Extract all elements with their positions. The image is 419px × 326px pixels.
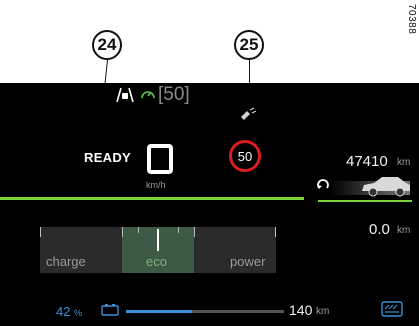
gauge-tick [122,227,123,237]
satellite-sign-icon [238,107,258,126]
battery-percent: 42 % [56,304,82,319]
car-silhouette-icon [360,175,412,202]
gauge-tick [40,227,41,237]
odometer-unit: km [397,157,411,168]
gauge-label-charge: charge [46,254,86,269]
callout-25: 25 [234,30,264,60]
gauge-tick [178,227,179,233]
trip-underline [318,200,412,202]
range-unit: km [316,306,330,317]
odometer-value: 47410 [346,153,388,170]
range-value: 140 [289,302,313,318]
car-lane-assist-icon [115,87,135,108]
battery-percent-unit: % [74,308,83,318]
range-bar [126,310,284,313]
speed-digit [147,144,173,174]
gauge-tick [194,227,195,237]
reference-number: 70388 [406,4,417,35]
speed-unit: km/h [146,180,166,190]
callout-24: 24 [92,30,122,60]
speed-limit-sign: 50 [229,140,261,172]
gauge-label-eco: eco [146,254,167,269]
trip-reset-icon [316,179,330,198]
battery-percent-value: 42 [56,304,71,319]
gauge-label-power: power [230,254,266,269]
cruise-timer-icon [140,88,156,108]
battery-icon [101,303,119,321]
gauge-needle [157,229,159,251]
gauge-tick [275,227,276,237]
ready-indicator: READY [84,150,132,165]
trip-value: 0.0 [369,221,390,238]
instrument-cluster: [50] READY km/h 50 47410 km 0.0 km charg… [0,83,419,326]
drive-mode-icon [381,301,403,322]
speed-limit-value: 50 [237,148,253,164]
trip-unit: km [397,225,411,236]
assist-speed-setpoint: [50] [158,84,190,105]
range-bar-fill [126,310,193,313]
power-gauge: charge eco power [40,227,276,273]
gauge-tick [138,227,139,233]
separator-line [0,197,304,200]
